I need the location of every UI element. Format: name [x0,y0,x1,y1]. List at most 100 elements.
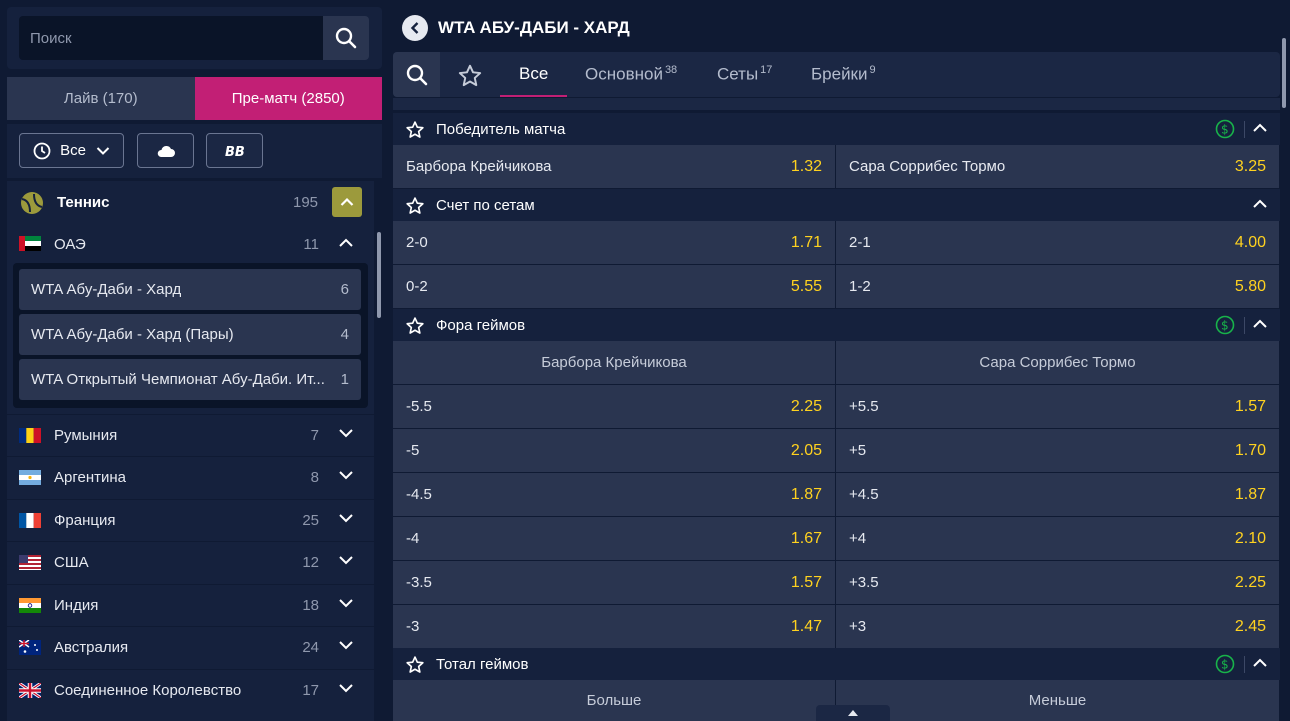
outcome-cell[interactable]: -5.5 2.25 [393,385,835,428]
chevron-down-icon[interactable] [338,554,354,566]
outcome-cell[interactable]: Барбора Крейчикова 1.32 [393,145,835,188]
country-india[interactable]: Индия 18 [7,584,374,626]
chevron-down-icon[interactable] [338,427,354,439]
outcome-label: 2-1 [849,234,871,251]
outcome-cell[interactable]: +3.5 2.25 [836,561,1279,604]
sport-collapse-button[interactable] [332,187,362,217]
country-france[interactable]: Франция 25 [7,499,374,541]
market-header-handicap[interactable]: Фора геймов $ [393,309,1280,341]
outcome-cell[interactable]: +3 2.45 [836,605,1279,648]
odd-value: 1.87 [790,485,822,503]
country-count: 11 [303,235,319,253]
sidebar-scrollbar[interactable] [377,232,381,318]
romania-flag-icon [19,428,41,443]
outcome-label: +4.5 [849,486,879,503]
australia-flag-icon [19,640,41,655]
outcome-cell[interactable]: 2-0 1.71 [393,221,835,264]
tab-all[interactable]: Все [519,64,548,84]
odd-value: 2.10 [1234,529,1266,547]
star-icon[interactable] [405,316,425,336]
market-header-winner[interactable]: Победитель матча $ [393,113,1280,145]
weather-filter-button[interactable] [137,133,194,168]
odd-value: 1.70 [1234,441,1266,459]
chevron-up-icon[interactable] [1252,197,1268,211]
uk-flag-icon [19,683,41,698]
outcome-cell[interactable]: 2-1 4.00 [836,221,1279,264]
market-tabs: Все Основной 38 Сеты 17 Брейки 9 [393,52,1280,97]
star-icon[interactable] [457,63,483,89]
time-filter-button[interactable]: Все [19,133,124,168]
country-australia[interactable]: Австралия 24 [7,626,374,668]
odd-value: 1.32 [790,157,822,175]
country-argentina[interactable]: Аргентина 8 [7,456,374,498]
search-icon [406,64,427,85]
svg-text:$: $ [1221,319,1229,333]
sport-name: Теннис [57,194,110,211]
country-name: Франция [54,512,116,529]
market-header-sets[interactable]: Счет по сетам [393,189,1280,221]
odd-value: 1.57 [790,573,822,591]
divider [1244,121,1245,138]
market-search-button[interactable] [393,52,440,97]
star-icon[interactable] [405,655,425,675]
mode-switch: Лайв (170) Пре-матч (2850) [7,77,382,120]
outcome-cell[interactable]: -4.5 1.87 [393,473,835,516]
outcome-cell[interactable]: -3.5 1.57 [393,561,835,604]
chevron-up-icon[interactable] [1252,656,1268,670]
outcome-cell[interactable]: -3 1.47 [393,605,835,648]
outcome-label: 1-2 [849,278,871,295]
star-icon[interactable] [405,120,425,140]
chevron-left-icon [410,22,419,34]
tab-breaks[interactable]: Брейки 9 [811,64,876,85]
main-panel: WTA АБУ-ДАБИ - ХАРД Все Основной 38 Сеты 1… [393,0,1280,721]
country-uk[interactable]: Соединенное Королевство 17 [7,669,374,711]
outcome-cell[interactable]: 0-2 5.55 [393,265,835,308]
column-header-label: Сара Соррибес Тормо [979,354,1136,371]
outcome-cell[interactable]: +5.5 1.57 [836,385,1279,428]
tab-main[interactable]: Основной 38 [585,64,677,85]
outcome-cell[interactable]: Сара Соррибес Тормо 3.25 [836,145,1279,188]
odd-value: 5.80 [1234,277,1266,295]
market-header-total[interactable]: Тотал геймов $ [393,648,1280,680]
tab-live[interactable]: Лайв (170) [7,77,195,120]
tab-sets[interactable]: Сеты 17 [717,64,772,85]
chevron-down-icon[interactable] [338,512,354,524]
chevron-up-icon[interactable] [1252,317,1268,331]
chevron-up-icon[interactable] [1252,121,1268,135]
tab-label: Основной [585,64,663,84]
league-item[interactable]: WTA Абу-Даби - Хард (Пары) 4 [19,314,361,355]
chevron-up-icon[interactable] [338,237,354,249]
outcome-cell[interactable]: 1-2 5.80 [836,265,1279,308]
chevron-down-icon[interactable] [338,597,354,609]
country-usa[interactable]: США 12 [7,541,374,583]
league-item[interactable]: WTA Абу-Даби - Хард 6 [19,269,361,310]
search-input[interactable]: Поиск [19,16,323,60]
star-icon[interactable] [405,196,425,216]
search-button[interactable] [323,16,369,60]
back-button[interactable] [402,15,428,41]
outcome-cell[interactable]: +4.5 1.87 [836,473,1279,516]
league-count: 4 [340,326,349,343]
league-list: WTA Абу-Даби - Хард 6 WTA Абу-Даби - Хар… [13,263,368,408]
outcome-cell[interactable]: -5 2.05 [393,429,835,472]
outcome-cell[interactable]: +4 2.10 [836,517,1279,560]
sport-tennis[interactable]: Теннис 195 [7,181,374,224]
odd-value: 1.47 [790,617,822,635]
outcome-cell[interactable]: +5 1.70 [836,429,1279,472]
country-uae[interactable]: ОАЭ 11 [7,224,374,264]
india-flag-icon [19,598,41,613]
outcome-label: +4 [849,530,867,547]
league-item[interactable]: WTA Открытый Чемпионат Абу-Даби. Ит... 1 [19,359,361,400]
chevron-down-icon[interactable] [338,682,354,694]
cashout-icon: $ [1215,654,1235,674]
odd-value: 2.25 [1234,573,1266,591]
bet-builder-button[interactable]: BB [206,133,263,168]
country-romania[interactable]: Румыния 7 [7,414,374,456]
chevron-down-icon[interactable] [338,639,354,651]
tab-prematch[interactable]: Пре-матч (2850) [194,77,382,120]
main-scrollbar[interactable] [1282,38,1286,108]
outcome-cell[interactable]: -4 1.67 [393,517,835,560]
chevron-down-icon[interactable] [338,469,354,481]
betslip-toggle[interactable] [816,705,890,721]
country-name: США [54,554,89,571]
